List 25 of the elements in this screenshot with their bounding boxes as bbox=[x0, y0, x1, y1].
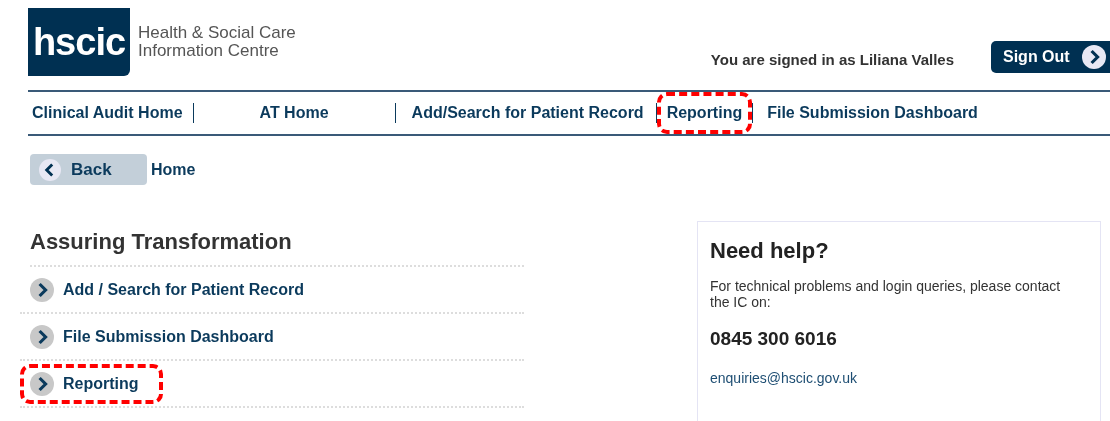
chevron-right-icon bbox=[30, 324, 54, 349]
organisation-name: Health & Social Care bbox=[138, 24, 296, 42]
nav-link[interactable]: File Submission Dashboard bbox=[767, 104, 978, 122]
email-link[interactable]: enquiries@hscic.gov.uk bbox=[710, 370, 1088, 386]
logo-mark: hscic bbox=[28, 8, 130, 76]
help-text: For technical problems and login queries, please contact the IC on: bbox=[710, 278, 1062, 310]
nav-link[interactable]: AT Home bbox=[259, 104, 329, 122]
chevron-right-icon bbox=[1082, 45, 1106, 69]
section-title: Assuring Transformation bbox=[30, 229, 293, 256]
nav-link[interactable]: Reporting bbox=[666, 104, 743, 122]
phone-number: 0845 300 6016 bbox=[710, 328, 838, 350]
menu-link[interactable]: File Submission Dashboard bbox=[30, 324, 274, 349]
chevron-right-icon bbox=[30, 371, 54, 396]
nav-link[interactable]: Add/Search for Patient Record bbox=[411, 104, 644, 122]
help-title: Need help? bbox=[710, 238, 830, 264]
chevron-right-icon bbox=[30, 277, 54, 302]
menu-link[interactable]: Reporting bbox=[30, 371, 139, 396]
organisation-name: Information Centre bbox=[138, 42, 280, 60]
signed-in-text: You are signed in as Liliana Valles bbox=[710, 51, 954, 68]
sign-out-button[interactable]: Sign Out bbox=[991, 41, 1110, 73]
breadcrumb-current: Home bbox=[151, 160, 196, 179]
menu-link[interactable]: Add / Search for Patient Record bbox=[30, 277, 304, 302]
chevron-left-icon bbox=[39, 158, 61, 181]
nav-link[interactable]: Clinical Audit Home bbox=[32, 104, 183, 122]
back-button[interactable]: Back bbox=[30, 154, 147, 185]
